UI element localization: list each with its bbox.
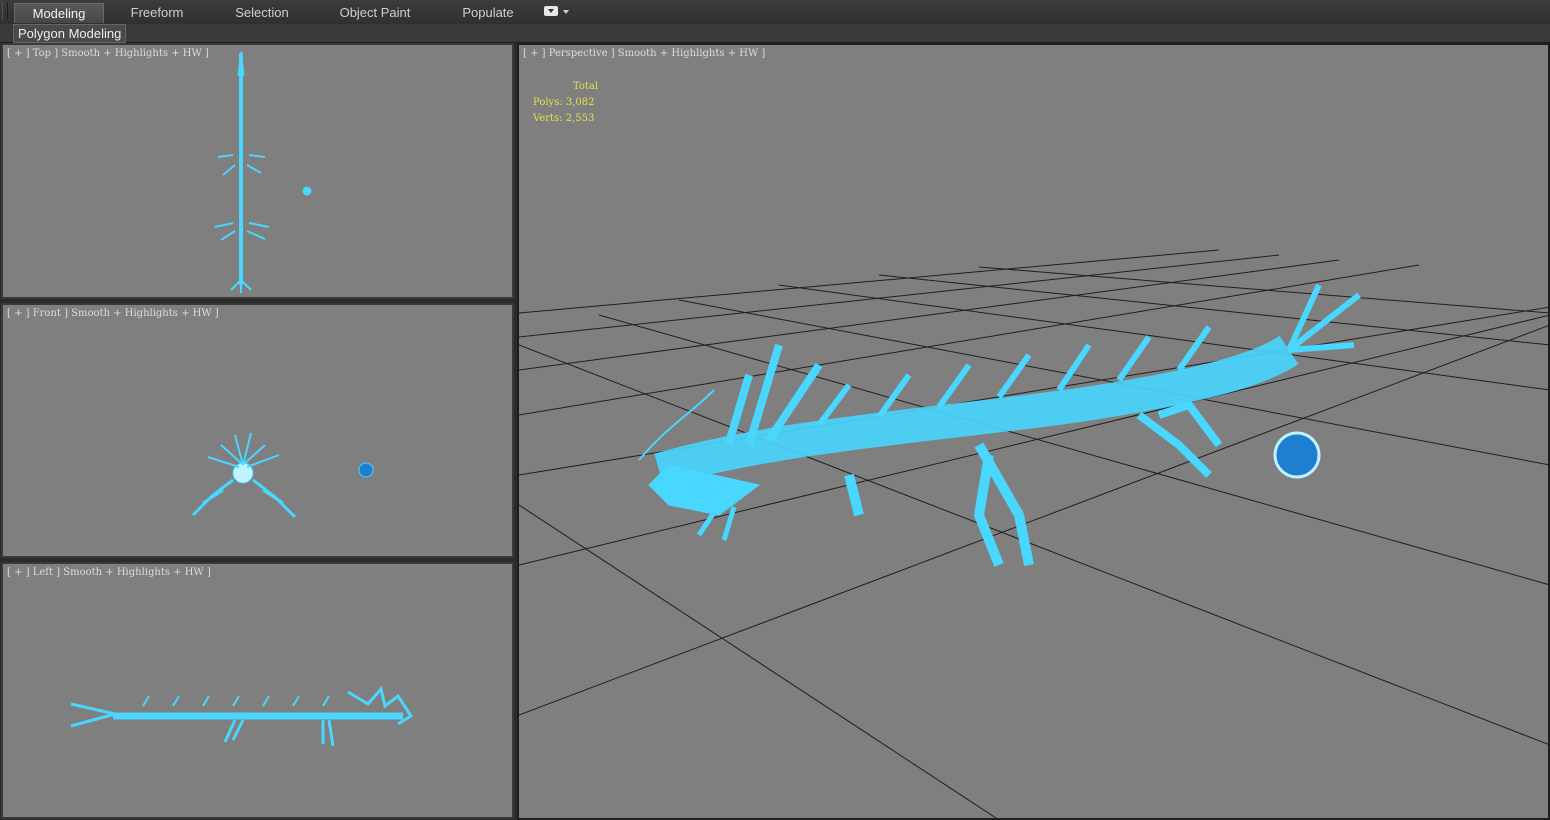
top-view-model: [214, 50, 312, 293]
ribbon-bar: Modeling Freeform Selection Object Paint…: [0, 0, 1550, 24]
polygon-modeling-panel[interactable]: Polygon Modeling: [13, 24, 127, 43]
ribbon-options-icon[interactable]: [544, 6, 558, 16]
chevron-down-icon[interactable]: [563, 10, 569, 14]
viewport-front-label[interactable]: [ + ] Front ] Smooth + Highlights + HW ]: [7, 308, 219, 319]
viewport-top[interactable]: [ + ] Top ] Smooth + Highlights + HW ]: [1, 43, 514, 299]
viewport-front[interactable]: [ + ] Front ] Smooth + Highlights + HW ]: [1, 303, 514, 558]
front-view-model: [191, 432, 374, 519]
left-view-model: [70, 685, 414, 747]
viewport-perspective-label[interactable]: [ + ] Perspective ] Smooth + Highlights …: [523, 48, 765, 59]
ribbon-grip[interactable]: [2, 2, 8, 20]
tab-modeling[interactable]: Modeling: [14, 3, 104, 23]
viewport-top-label[interactable]: [ + ] Top ] Smooth + Highlights + HW ]: [7, 48, 209, 59]
tab-selection[interactable]: Selection: [217, 3, 307, 22]
tab-freeform[interactable]: Freeform: [112, 3, 202, 22]
viewport-statistics: Total Polys: 3,082 Verts: 2,553: [533, 79, 598, 127]
ribbon-panel-bar: [0, 24, 1550, 43]
stats-total-heading: Total: [573, 81, 599, 92]
perspective-grid: [519, 249, 1548, 818]
viewport-perspective[interactable]: [ + ] Perspective ] Smooth + Highlights …: [517, 43, 1550, 820]
stats-verts: Verts: 2,553: [533, 113, 595, 124]
tab-object-paint[interactable]: Object Paint: [325, 3, 425, 22]
viewport-left[interactable]: [ + ] Left ] Smooth + Highlights + HW ]: [1, 562, 514, 819]
stats-polys: Polys: 3,082: [533, 97, 595, 108]
viewport-left-label[interactable]: [ + ] Left ] Smooth + Highlights + HW ]: [7, 567, 211, 578]
tab-populate[interactable]: Populate: [443, 3, 533, 22]
dragon-model: [638, 283, 1361, 567]
